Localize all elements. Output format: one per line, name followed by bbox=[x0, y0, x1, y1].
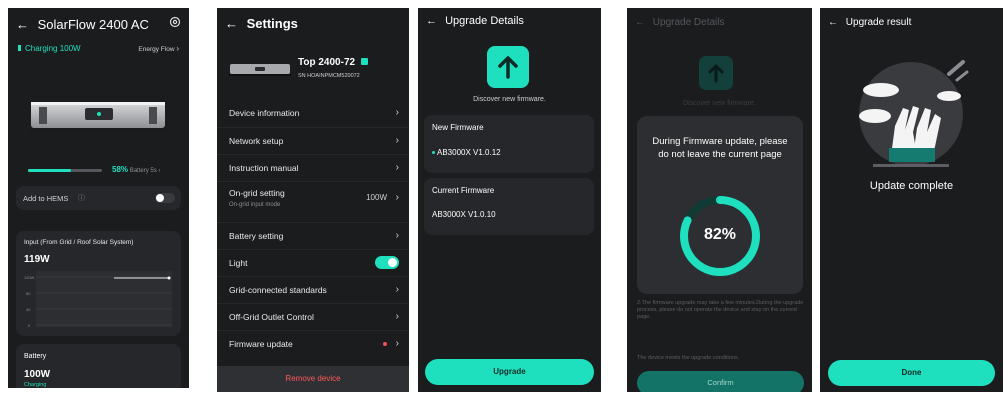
upgrade-button[interactable]: Upgrade bbox=[425, 359, 594, 385]
input-value: 119W bbox=[24, 254, 50, 265]
upload-arrow-icon bbox=[487, 46, 529, 88]
chevron-right-icon: › bbox=[395, 338, 399, 349]
chevron-right-icon: › bbox=[395, 135, 399, 146]
battery-readout: 58% Battery 5s › bbox=[112, 165, 161, 174]
upgrade-note: 2.The firmware upgrade may take a few mi… bbox=[637, 300, 804, 320]
upgrade-details-title: Upgrade Details bbox=[652, 17, 725, 28]
upgrade-details-title: Upgrade Details bbox=[445, 15, 524, 27]
chevron-right-icon: › bbox=[395, 107, 399, 118]
battery-progress-fill bbox=[28, 169, 71, 172]
device-image bbox=[29, 99, 167, 133]
back-arrow-icon[interactable]: ← bbox=[828, 17, 838, 28]
celebration-illustration bbox=[851, 56, 971, 174]
settings-item-firmware-update[interactable]: Firmware update › bbox=[217, 330, 409, 357]
header: ← Upgrade Details bbox=[426, 15, 524, 27]
upload-arrow-icon bbox=[699, 56, 733, 90]
modal-message: During Firmware update, please do not le… bbox=[652, 136, 788, 160]
battery-card: Battery 100W Charging bbox=[16, 344, 181, 388]
chevron-right-icon: › bbox=[395, 230, 399, 241]
info-icon[interactable]: ⓘ bbox=[78, 193, 85, 203]
settings-title: Settings bbox=[246, 16, 298, 31]
chevron-right-icon: › bbox=[395, 162, 399, 173]
back-arrow-icon[interactable]: ← bbox=[225, 16, 238, 31]
update-complete-text: Update complete bbox=[869, 180, 954, 192]
charging-status: Charging 100W bbox=[18, 44, 81, 53]
update-dot-icon bbox=[383, 342, 387, 346]
chevron-right-icon: › bbox=[176, 44, 179, 53]
progress-ring: 82% bbox=[675, 191, 765, 281]
on-grid-value: 100W bbox=[366, 193, 387, 202]
device-name: Top 2400-72 bbox=[298, 57, 368, 68]
add-hems-label: Add to HEMS bbox=[23, 194, 69, 203]
settings-item-off-grid-outlet-control[interactable]: Off-Grid Outlet Control › bbox=[217, 303, 409, 330]
y-tick-label: 80 bbox=[26, 291, 31, 296]
device-title: SolarFlow 2400 AC bbox=[37, 17, 149, 32]
hems-toggle[interactable] bbox=[155, 193, 175, 203]
y-tick-label: 0 bbox=[28, 323, 31, 328]
settings-item-instruction-manual[interactable]: Instruction manual › bbox=[217, 154, 409, 181]
progress-modal: During Firmware update, please do not le… bbox=[637, 116, 803, 294]
remove-device-button[interactable]: Remove device bbox=[217, 366, 409, 392]
input-title: Input (From Grid / Roof Solar System) bbox=[24, 239, 134, 246]
screen-device-home: ← SolarFlow 2400 AC Charging 100W Energy… bbox=[8, 8, 189, 388]
settings-item-device-information[interactable]: Device information › bbox=[217, 100, 409, 126]
input-card: Input (From Grid / Roof Solar System) 11… bbox=[16, 231, 181, 336]
confirm-button[interactable]: Confirm bbox=[637, 371, 804, 392]
add-hems-card: Add to HEMS ⓘ bbox=[16, 186, 181, 210]
discover-text: Discover new firmware. bbox=[683, 100, 756, 107]
header: ← Settings bbox=[225, 16, 298, 31]
y-tick-label: 120W bbox=[24, 275, 35, 280]
settings-gear-icon[interactable] bbox=[169, 16, 181, 28]
y-tick-label: 40 bbox=[26, 307, 31, 312]
done-button[interactable]: Done bbox=[828, 360, 995, 386]
settings-item-on-grid-setting[interactable]: On-grid setting On-grid input mode 100W … bbox=[217, 181, 409, 216]
settings-item-network-setup[interactable]: Network setup › bbox=[217, 127, 409, 154]
header: ← Upgrade Details bbox=[635, 17, 725, 28]
on-grid-subtitle: On-grid input mode bbox=[229, 202, 281, 208]
chevron-right-icon: › bbox=[395, 192, 399, 203]
device-serial: SN HOAINPMCM520072 bbox=[298, 73, 360, 79]
new-firmware-version: AB3000X V1.0.12 bbox=[432, 148, 501, 157]
energy-flow-link[interactable]: Energy Flow › bbox=[138, 44, 179, 53]
screen-settings: ← Settings Top 2400-72 SN HOAINPMCM52007… bbox=[217, 8, 409, 392]
chevron-right-icon: › bbox=[395, 284, 399, 295]
current-firmware-title: Current Firmware bbox=[432, 186, 495, 195]
new-firmware-card: New Firmware AB3000X V1.0.12 bbox=[424, 115, 594, 173]
screen-upgrade-result: ← Upgrade result Update complete Done bbox=[820, 8, 1003, 392]
header: ← Upgrade result bbox=[828, 17, 911, 28]
battery-charging-icon bbox=[18, 45, 21, 51]
edit-icon[interactable] bbox=[360, 58, 368, 65]
progress-label: 82% bbox=[703, 226, 737, 243]
current-firmware-card: Current Firmware AB3000X V1.0.10 bbox=[424, 178, 594, 235]
upgrade-result-title: Upgrade result bbox=[845, 17, 912, 28]
upgrade-conditions: The device meets the upgrade conditions. bbox=[637, 355, 740, 361]
input-chart: 120W 80 40 0 bbox=[24, 269, 174, 329]
battery-power: 100W bbox=[24, 369, 51, 380]
settings-item-battery-setting[interactable]: Battery setting › bbox=[217, 222, 409, 249]
discover-text: Discover new firmware. bbox=[473, 96, 546, 103]
current-firmware-version: AB3000X V1.0.10 bbox=[432, 210, 496, 219]
chevron-right-icon: › bbox=[395, 311, 399, 322]
header: ← SolarFlow 2400 AC bbox=[16, 17, 149, 32]
settings-item-light: Light bbox=[217, 249, 409, 276]
back-arrow-icon[interactable]: ← bbox=[426, 15, 437, 27]
new-dot-icon bbox=[432, 151, 435, 155]
back-arrow-icon[interactable]: ← bbox=[16, 17, 29, 32]
light-toggle[interactable] bbox=[375, 256, 399, 269]
back-arrow-icon[interactable]: ← bbox=[635, 17, 645, 28]
device-thumbnail bbox=[229, 63, 291, 76]
screen-upgrade-details: ← Upgrade Details Discover new firmware.… bbox=[418, 8, 601, 392]
new-firmware-title: New Firmware bbox=[432, 123, 484, 132]
settings-item-grid-connected-standards[interactable]: Grid-connected standards › bbox=[217, 276, 409, 303]
battery-title: Battery bbox=[24, 353, 47, 360]
screen-upgrade-progress: ← Upgrade Details Discover new firmware.… bbox=[627, 8, 812, 392]
battery-status: Charging bbox=[24, 382, 47, 388]
battery-progress-track bbox=[28, 169, 102, 172]
